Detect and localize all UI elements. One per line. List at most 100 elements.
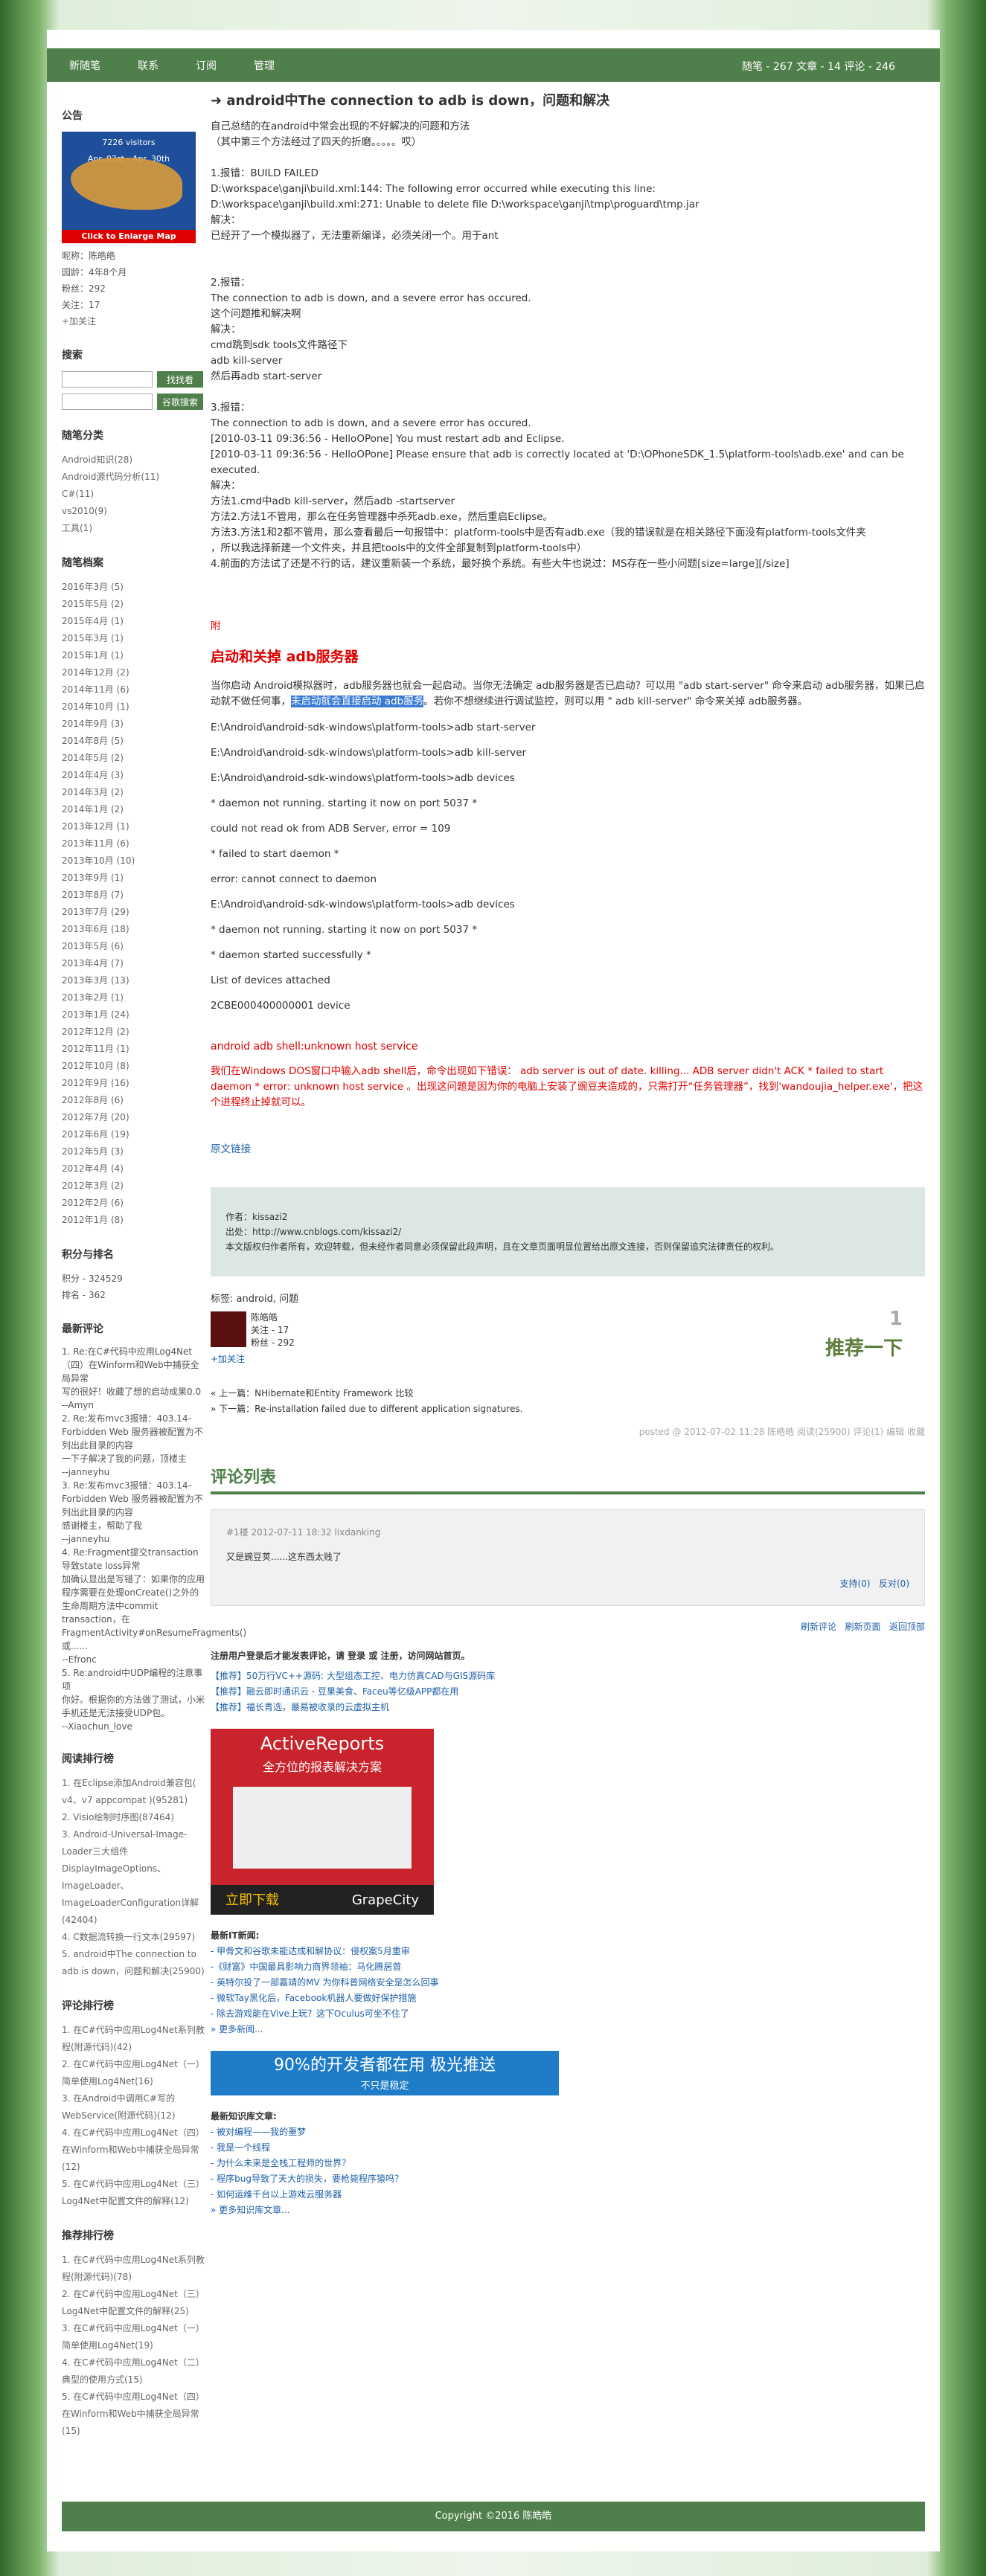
archive-link[interactable]: 2013年3月 (13) — [62, 972, 207, 989]
read-rank-item[interactable]: 5. android中The connection to adb is down… — [62, 1946, 207, 1980]
activereports-ad[interactable]: ActiveReports 全方位的报表解决方案 立即下载 GrapeCity — [211, 1729, 434, 1915]
latest-comment-line: --Efronc — [62, 1654, 97, 1665]
notice-title: 公告 — [62, 110, 83, 122]
avatar[interactable] — [211, 1311, 246, 1347]
archive-link[interactable]: 2012年3月 (2) — [62, 1178, 207, 1195]
archive-link[interactable]: 2012年2月 (6) — [62, 1195, 207, 1212]
read-rank-item[interactable]: 2. Visio绘制时序图(87464) — [62, 1809, 207, 1826]
kb-link[interactable]: - 被对编程——我的噩梦 — [211, 2124, 925, 2140]
news-link[interactable]: - 甲骨文和谷歌未能达成和解协议：侵权案5月重审 — [211, 1944, 925, 1959]
promo-link[interactable]: 【推荐】福长青选，最易被收录的云虚拟主机 — [211, 1700, 925, 1715]
comment-rank-item[interactable]: 5. 在C#代码中应用Log4Net（三）Log4Net中配置文件的解释(12) — [62, 2176, 207, 2210]
oppose-button[interactable]: 反对(0) — [879, 1578, 909, 1589]
promo-link[interactable]: 【推荐】融云即时通讯云 - 豆果美食、Faceu等亿级APP都在用 — [211, 1684, 925, 1700]
archive-link[interactable]: 2015年4月 (1) — [62, 613, 207, 630]
archive-link[interactable]: 2013年7月 (29) — [62, 904, 207, 921]
archive-link[interactable]: 2013年5月 (6) — [62, 938, 207, 955]
archive-link[interactable]: 2012年12月 (2) — [62, 1024, 207, 1041]
kb-link[interactable]: - 为什么未来是全栈工程师的世界？ — [211, 2156, 925, 2171]
original-link[interactable]: 原文链接 — [211, 1143, 251, 1155]
archive-link[interactable]: 2012年9月 (16) — [62, 1075, 207, 1092]
archive-link[interactable]: 2012年4月 (4) — [62, 1160, 207, 1178]
recommend-rank-item[interactable]: 1. 在C#代码中应用Log4Net系列教程(附源代码)(78) — [62, 2252, 207, 2286]
jpush-ad[interactable]: 90%的开发者都在用 极光推送 不只是稳定 — [211, 2051, 559, 2095]
comment-rank-item[interactable]: 1. 在C#代码中应用Log4Net系列教程(附源代码)(42) — [62, 2022, 207, 2056]
kb-link[interactable]: - 我是一个线程 — [211, 2140, 925, 2156]
rank-title: 积分与排名 — [62, 1249, 114, 1261]
recommend-button[interactable]: 推荐一下 — [825, 1339, 903, 1358]
kb-link[interactable]: » 更多知识库文章... — [211, 2203, 925, 2218]
recommend-rank-item[interactable]: 5. 在C#代码中应用Log4Net（四）在Winform和Web中捕获全局异常… — [62, 2389, 207, 2440]
author-follow-link[interactable]: +加关注 — [211, 1352, 245, 1367]
archive-link[interactable]: 2012年8月 (6) — [62, 1092, 207, 1109]
archive-link[interactable]: 2013年10月 (10) — [62, 852, 207, 870]
refresh-comments[interactable]: 刷新评论 — [801, 1622, 836, 1632]
news-link[interactable]: - 除去游戏能在Vive上玩？这下Oculus可坐不住了 — [211, 2006, 925, 2022]
archive-link[interactable]: 2014年3月 (2) — [62, 784, 207, 801]
archive-link[interactable]: 2013年8月 (7) — [62, 887, 207, 904]
archive-link[interactable]: 2012年5月 (3) — [62, 1143, 207, 1160]
archive-link[interactable]: 2013年1月 (24) — [62, 1006, 207, 1024]
visitor-map[interactable]: 7226 visitorsApr. 03st - Apr. 30th Click… — [62, 132, 196, 243]
google-search-input[interactable] — [62, 394, 153, 410]
post-line: 2.报错： — [211, 277, 251, 289]
archive-link[interactable]: 2012年6月 (19) — [62, 1126, 207, 1143]
post-line: [2010-03-11 09:36:56 - HelloOPone] Pleas… — [211, 449, 904, 476]
search-button[interactable]: 找找看 — [157, 371, 203, 388]
comment-rank-item[interactable]: 2. 在C#代码中应用Log4Net（一）简单使用Log4Net(16) — [62, 2056, 207, 2090]
archive-link[interactable]: 2015年3月 (1) — [62, 630, 207, 647]
archive-link[interactable]: 2014年9月 (3) — [62, 716, 207, 733]
comment-rank-item[interactable]: 4. 在C#代码中应用Log4Net（四）在Winform和Web中捕获全局异常… — [62, 2124, 207, 2176]
archive-link[interactable]: 2013年2月 (1) — [62, 989, 207, 1006]
nav-new-post[interactable]: 新随笔 — [69, 58, 100, 73]
archive-link[interactable]: 2012年7月 (20) — [62, 1109, 207, 1126]
archive-link[interactable]: 2014年4月 (3) — [62, 767, 207, 784]
archive-link[interactable]: 2014年5月 (2) — [62, 750, 207, 767]
read-rank-item[interactable]: 3. Android-Universal-Image-Loader三大组件Dis… — [62, 1826, 207, 1929]
archive-link[interactable]: 2013年6月 (18) — [62, 921, 207, 938]
archive-link[interactable]: 2016年3月 (5) — [62, 579, 207, 596]
news-link[interactable]: -《财富》中国最具影响力商界领袖：马化腾居首 — [211, 1959, 925, 1975]
post-line: 3.报错： — [211, 402, 251, 414]
recommend-rank-item[interactable]: 2. 在C#代码中应用Log4Net（三）Log4Net中配置文件的解释(25) — [62, 2286, 207, 2320]
comment-rank-item[interactable]: 3. 在Android中调用C#写的WebService(附源代码)(12) — [62, 2090, 207, 2124]
archive-link[interactable]: 2013年12月 (1) — [62, 818, 207, 835]
recommend-rank-item[interactable]: 3. 在C#代码中应用Log4Net（一）简单使用Log4Net(19) — [62, 2320, 207, 2354]
post-line: ，所以我选择新建一个文件夹，并且把tools中的文件全部复制到platform-… — [211, 542, 587, 554]
archive-link[interactable]: 2015年1月 (1) — [62, 647, 207, 664]
enlarge-map-button[interactable]: Click to Enlarge Map — [62, 230, 196, 243]
kb-link[interactable]: - 程序bug导致了天大的损失，要枪毙程序猿吗？ — [211, 2171, 925, 2187]
archive-link[interactable]: 2012年10月 (8) — [62, 1058, 207, 1075]
archive-link[interactable]: 2013年9月 (1) — [62, 870, 207, 887]
archive-link[interactable]: 2014年1月 (2) — [62, 801, 207, 818]
archive-link[interactable]: 2014年10月 (1) — [62, 698, 207, 716]
support-button[interactable]: 支持(0) — [840, 1578, 871, 1589]
news-link[interactable]: » 更多新闻... — [211, 2022, 925, 2037]
archive-link[interactable]: 2014年11月 (6) — [62, 681, 207, 698]
promo-link[interactable]: 【推荐】50万行VC++源码: 大型组态工控、电力仿真CAD与GIS源码库 — [211, 1668, 925, 1684]
add-follow-link[interactable]: +加关注 — [62, 316, 96, 327]
archive-link[interactable]: 2014年12月 (2) — [62, 664, 207, 681]
archive-link[interactable]: 2014年8月 (5) — [62, 733, 207, 750]
search-input[interactable] — [62, 371, 153, 388]
news-link[interactable]: - 英特尔投了一部嘉靖的MV 为你科普网络安全是怎么回事 — [211, 1975, 925, 1991]
archive-link[interactable]: 2012年1月 (8) — [62, 1212, 207, 1229]
post-line: 1.报错：BUILD FAILED — [211, 167, 318, 179]
read-rank-item[interactable]: 4. C数据流转换一行文本(29597) — [62, 1929, 207, 1946]
archive-link[interactable]: 2012年11月 (1) — [62, 1041, 207, 1058]
recommend-rank-item[interactable]: 4. 在C#代码中应用Log4Net（二）典型的使用方式(15) — [62, 2354, 207, 2389]
nav-subscribe[interactable]: 订阅 — [196, 58, 217, 73]
nav-manage[interactable]: 管理 — [254, 58, 275, 73]
post-title[interactable]: ➜ android中The connection to adb is down，… — [211, 93, 925, 109]
archive-link[interactable]: 2013年11月 (6) — [62, 835, 207, 852]
archive-link[interactable]: 2013年4月 (7) — [62, 955, 207, 972]
back-to-top[interactable]: 返回顶部 — [889, 1622, 925, 1632]
nav-contact[interactable]: 联系 — [138, 58, 159, 73]
read-rank-item[interactable]: 1. 在Eclipse添加Android兼容包( v4、v7 appcompat… — [62, 1775, 207, 1809]
archive-link[interactable]: 2015年5月 (2) — [62, 596, 207, 613]
google-search-button[interactable]: 谷歌搜索 — [157, 394, 203, 410]
kb-link[interactable]: - 如何运维千台以上游戏云服务器 — [211, 2187, 925, 2203]
news-link[interactable]: - 微软Tay黑化后，Facebook机器人要做好保护措施 — [211, 1991, 925, 2006]
post-tags[interactable]: 标签: android, 问题 — [211, 1291, 925, 1307]
refresh-page[interactable]: 刷新页面 — [845, 1622, 881, 1632]
